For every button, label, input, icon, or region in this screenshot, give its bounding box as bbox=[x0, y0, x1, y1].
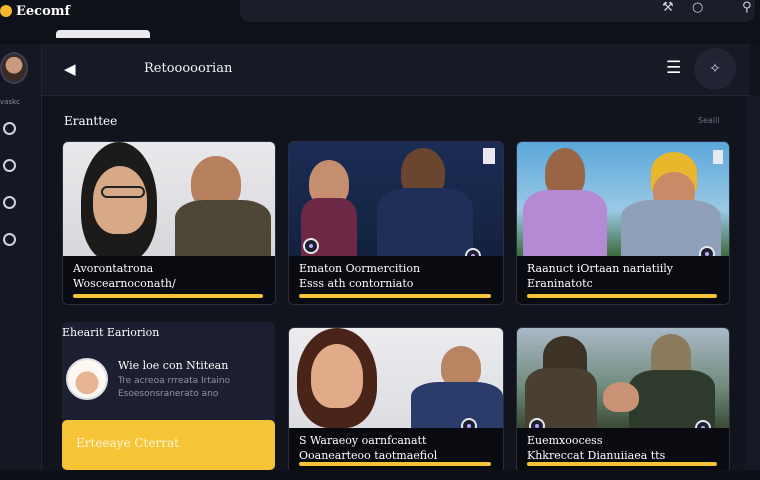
card-image-5 bbox=[517, 328, 729, 428]
profile-panel: Ehearit Eariorion Wie loe con Ntitean Tr… bbox=[62, 322, 275, 480]
card-title: S Waraeoy oarnfcanatt bbox=[299, 434, 427, 447]
card-progress-bar bbox=[299, 294, 491, 298]
avatar-label: vaskc bbox=[0, 98, 20, 106]
panel-name: Wie loe con Ntitean bbox=[118, 359, 229, 372]
card-progress-bar bbox=[527, 462, 717, 466]
card-progress-bar bbox=[299, 462, 491, 466]
back-icon[interactable]: ◀ bbox=[64, 60, 76, 78]
card-title: Euemxoocess bbox=[527, 434, 603, 447]
brand-name: Eecomf bbox=[16, 3, 71, 19]
card-subtitle: Woscearnoconath/ bbox=[73, 277, 176, 290]
card-image-1 bbox=[63, 142, 275, 262]
page-header: ◀ Retooooorian ☰ ✧ bbox=[42, 44, 750, 96]
card-subtitle: Esss ath contorniato bbox=[299, 277, 414, 290]
card-caption-4: S Waraeoy oarnfcanatt Ooanearteoo taotma… bbox=[289, 428, 503, 472]
card-progress-bar bbox=[73, 294, 263, 298]
sidebar-ring-icon-2[interactable] bbox=[3, 159, 16, 172]
sparkle-button[interactable]: ✧ bbox=[694, 48, 736, 90]
content-card-3[interactable]: Raanuct iOrtaan nariatiily Eraninatotc bbox=[516, 141, 730, 305]
sidebar-ring-icon-1[interactable] bbox=[3, 122, 16, 135]
card-title: Raanuct iOrtaan nariatiily bbox=[527, 262, 673, 275]
avatar[interactable] bbox=[0, 52, 28, 84]
card-subtitle: Eraninatotc bbox=[527, 277, 593, 290]
section-title-featured: Eranttee bbox=[64, 114, 118, 128]
card-progress-bar bbox=[527, 294, 717, 298]
panel-avatar[interactable] bbox=[66, 358, 108, 400]
card-title: Avorontatrona bbox=[73, 262, 154, 275]
card-image-2 bbox=[289, 142, 503, 258]
top-bar: Eecomf ⚒ ○ ⚲ bbox=[0, 0, 760, 44]
active-tab-indicator[interactable] bbox=[56, 30, 150, 38]
card-image-4 bbox=[289, 328, 503, 430]
panel-title: Ehearit Eariorion bbox=[62, 326, 160, 339]
content-card-2[interactable]: Ematon Oormercition Esss ath contorniato bbox=[288, 141, 504, 305]
see-all-link[interactable]: Seaill bbox=[698, 116, 720, 125]
sidebar-ring-icon-3[interactable] bbox=[3, 196, 16, 209]
circle-icon[interactable]: ○ bbox=[692, 0, 703, 15]
play-icon[interactable] bbox=[303, 238, 319, 254]
cta-button[interactable]: Erteeaye Cterrat bbox=[62, 420, 275, 470]
card-caption-5: Euemxoocess Khkreccat Dianuiiaea tts bbox=[517, 428, 729, 472]
sidebar: vaskc bbox=[0, 44, 42, 480]
card-subtitle: Ooanearteoo taotmaefiol bbox=[299, 449, 438, 462]
page-title: Retooooorian bbox=[144, 61, 233, 76]
bottom-edge bbox=[0, 470, 760, 480]
content-card-1[interactable]: Avorontatrona Woscearnoconath/ bbox=[62, 141, 276, 305]
card-subtitle: Khkreccat Dianuiiaea tts bbox=[527, 449, 666, 462]
card-title: Ematon Oormercition bbox=[299, 262, 421, 275]
scrollbar-track[interactable] bbox=[745, 96, 760, 470]
brand[interactable]: Eecomf bbox=[0, 0, 70, 22]
panel-subtitle-2: Esoesonsranerato ano bbox=[118, 389, 219, 399]
panel-subtitle-1: Tre acreoa rrreata Irtaino bbox=[118, 376, 231, 386]
search-bar[interactable] bbox=[240, 0, 755, 22]
content-card-5[interactable]: Euemxoocess Khkreccat Dianuiiaea tts bbox=[516, 327, 730, 473]
sparkle-icon: ✧ bbox=[709, 61, 721, 77]
content-card-4[interactable]: S Waraeoy oarnfcanatt Ooanearteoo taotma… bbox=[288, 327, 504, 473]
sidebar-ring-icon-4[interactable] bbox=[3, 233, 16, 246]
user-icon[interactable]: ⚲ bbox=[742, 0, 752, 15]
card-image-3 bbox=[517, 142, 729, 258]
menu-icon[interactable]: ☰ bbox=[666, 58, 681, 78]
tools-icon[interactable]: ⚒ bbox=[662, 0, 674, 15]
brand-logo-icon bbox=[0, 5, 12, 17]
